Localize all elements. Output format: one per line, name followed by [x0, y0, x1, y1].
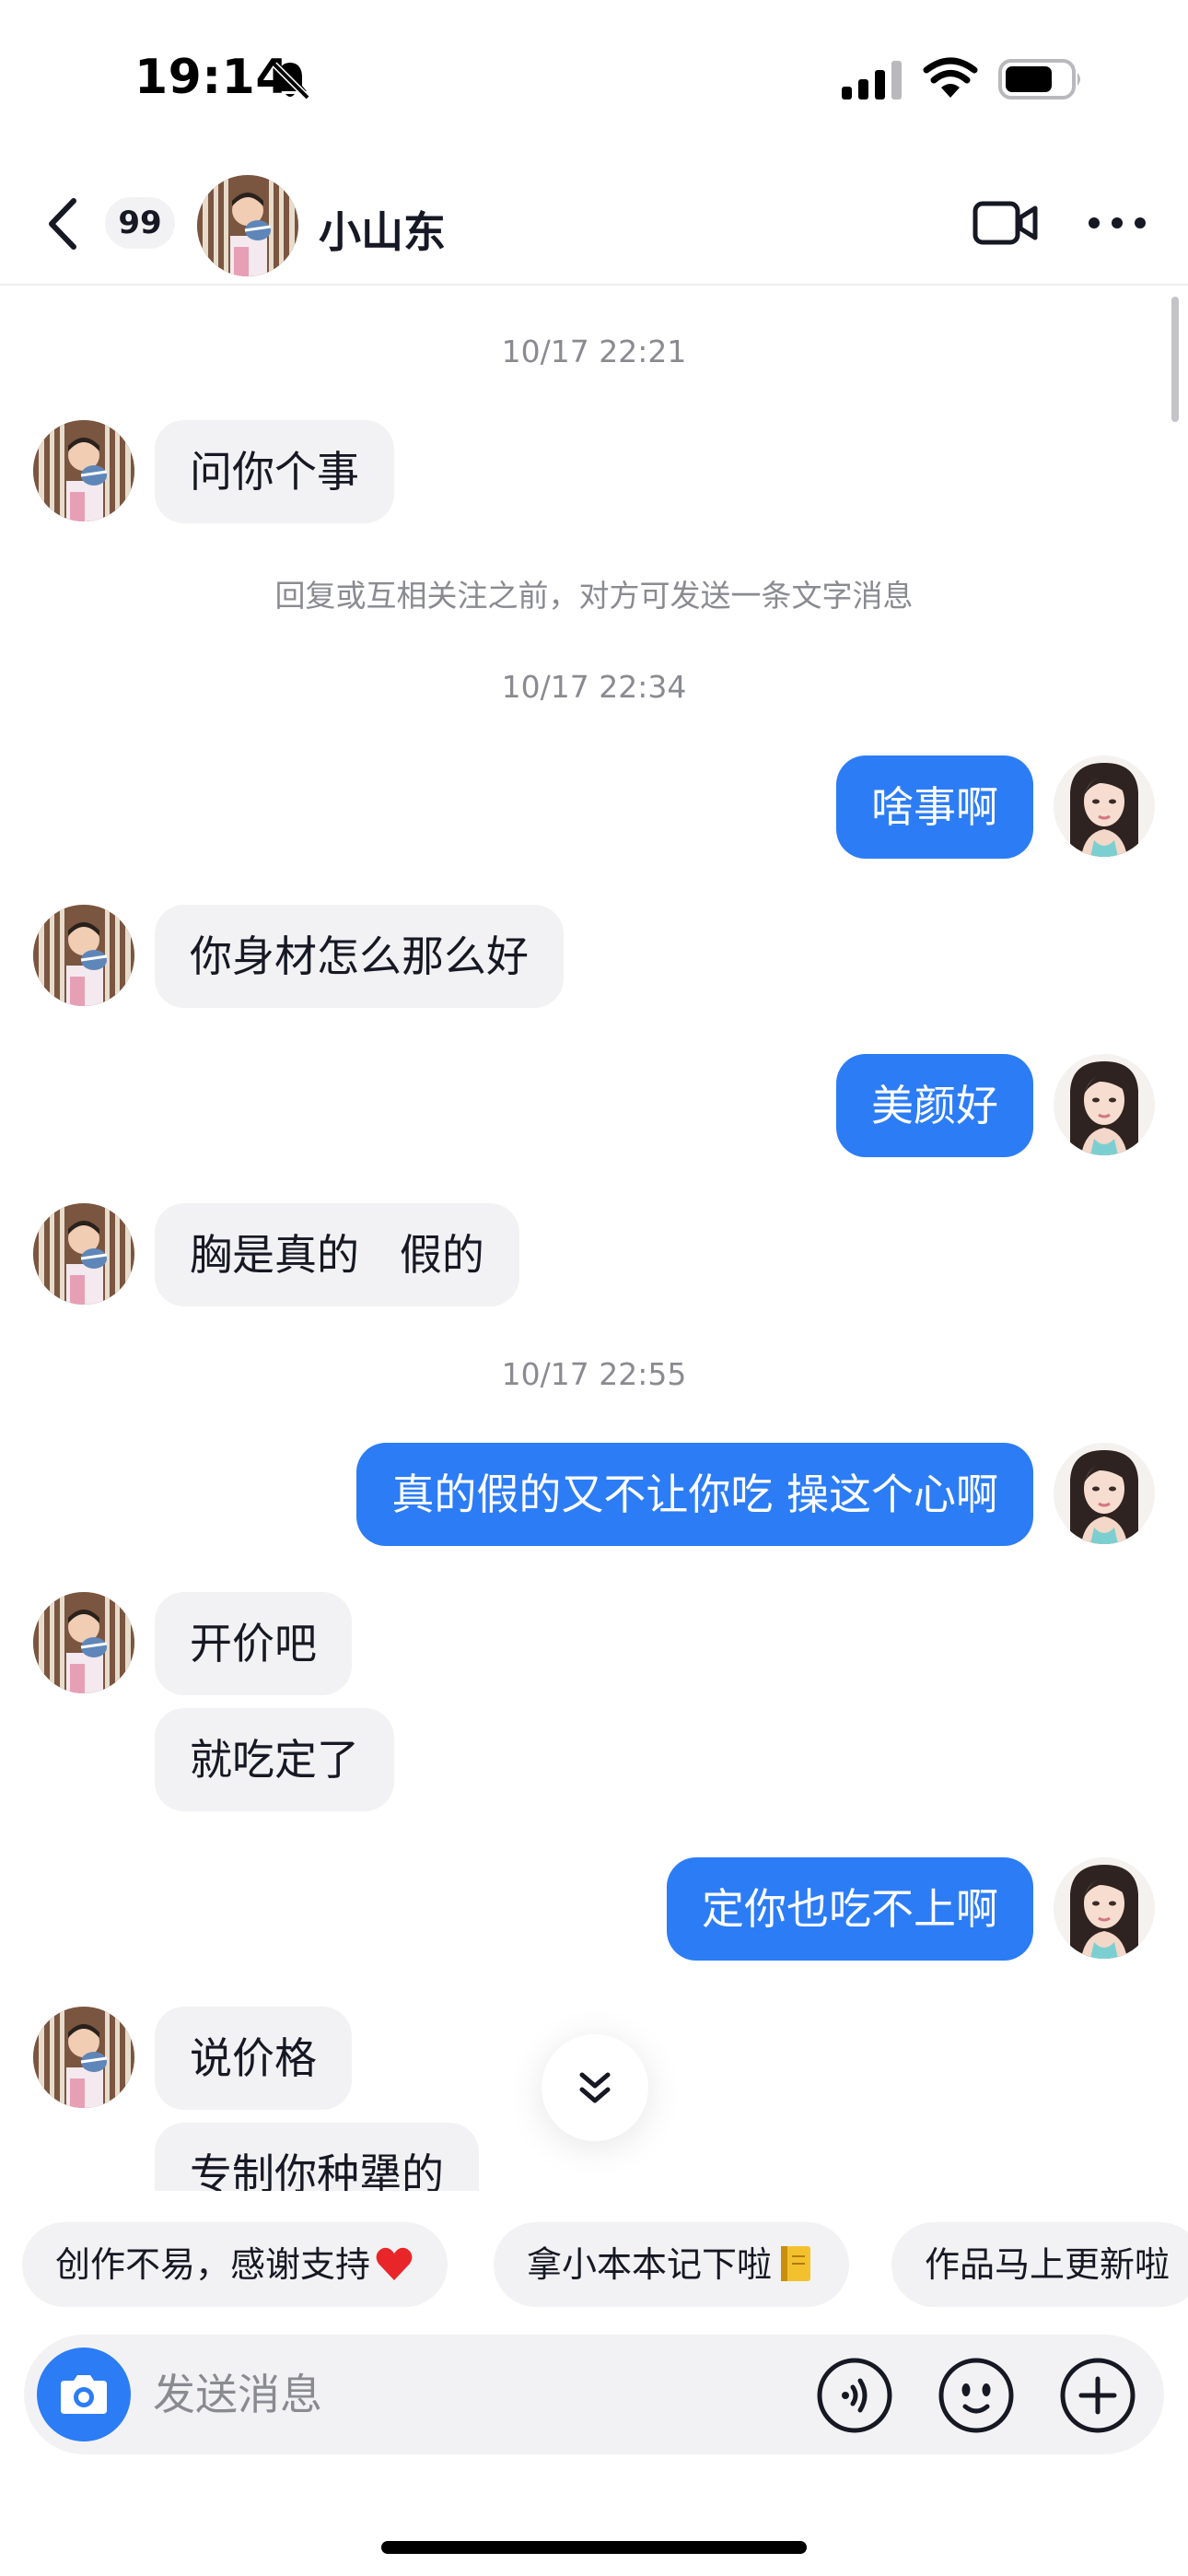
- contact-avatar[interactable]: [197, 175, 298, 276]
- back-chevron-icon[interactable]: [41, 195, 88, 252]
- status-time: 19:14: [134, 50, 290, 105]
- bell-slash-icon: [272, 62, 310, 100]
- contact-name[interactable]: 小山东: [319, 199, 446, 260]
- timestamp: 10/17 22:21: [501, 334, 687, 369]
- outgoing-message[interactable]: 定你也吃不上啊: [667, 1857, 1033, 1961]
- sender-avatar[interactable]: [33, 905, 134, 1006]
- quick-reply-chip[interactable]: 作品马上更新啦: [891, 2222, 1188, 2307]
- sender-avatar[interactable]: [33, 1203, 134, 1305]
- outgoing-message[interactable]: 啥事啊: [836, 755, 1033, 859]
- incoming-message[interactable]: 问你个事: [155, 420, 394, 523]
- status-bar: 19:14: [0, 0, 1188, 157]
- message-input[interactable]: [153, 2335, 798, 2454]
- incoming-message[interactable]: 胸是真的 假的: [155, 1203, 519, 1306]
- camera-icon: [61, 2375, 107, 2414]
- incoming-message[interactable]: 开价吧: [155, 1592, 352, 1695]
- quick-reply-label: 创作不易，感谢支持: [55, 2244, 371, 2285]
- own-avatar[interactable]: [1054, 1857, 1155, 1959]
- quick-reply-bar: 创作不易，感谢支持 拿小本本记下啦 作品马上更新啦: [0, 2222, 1188, 2307]
- home-indicator[interactable]: [381, 2541, 807, 2554]
- own-avatar[interactable]: [1054, 1054, 1155, 1155]
- incoming-message[interactable]: 你身材怎么那么好: [155, 905, 564, 1008]
- sender-avatar[interactable]: [33, 1592, 134, 1693]
- voice-icon[interactable]: [816, 2357, 893, 2434]
- sender-avatar[interactable]: [33, 2007, 134, 2108]
- wifi-icon: [923, 57, 978, 98]
- quick-reply-chip[interactable]: 拿小本本记下啦: [494, 2222, 850, 2307]
- battery-icon: [998, 59, 1080, 100]
- message-composer: [24, 2335, 1164, 2454]
- sender-avatar[interactable]: [33, 420, 134, 521]
- system-notice: 回复或互相关注之前，对方可发送一条文字消息: [274, 578, 914, 614]
- own-avatar[interactable]: [1054, 755, 1155, 857]
- timestamp: 10/17 22:55: [501, 1356, 687, 1392]
- outgoing-message[interactable]: 真的假的又不让你吃 操这个心啊: [356, 1443, 1033, 1546]
- camera-button[interactable]: [37, 2348, 131, 2441]
- message-list[interactable]: 10/17 22:21 问你个事 回复或互相关注之前，对方可发送一条文字消息 1…: [0, 287, 1188, 2191]
- own-avatar[interactable]: [1054, 1443, 1155, 1544]
- signal-icon: [842, 61, 902, 100]
- chat-screen: 19:14 99 小山东 10/17 22:21 问你个事 回复或互相关注之前，…: [0, 0, 1188, 2576]
- more-ellipsis-icon[interactable]: [1087, 212, 1147, 234]
- red-heart-icon: [376, 2247, 413, 2280]
- scroll-to-bottom-button[interactable]: [542, 2034, 648, 2141]
- unread-count-badge[interactable]: 99: [105, 197, 175, 249]
- video-camera-icon[interactable]: [973, 199, 1039, 247]
- notebook-icon: [781, 2246, 811, 2281]
- incoming-message[interactable]: 就吃定了: [155, 1708, 394, 1811]
- quick-reply-label: 作品马上更新啦: [925, 2244, 1171, 2285]
- quick-reply-chip[interactable]: 创作不易，感谢支持: [22, 2222, 448, 2307]
- incoming-message[interactable]: 专制你种犟的: [155, 2123, 479, 2191]
- outgoing-message[interactable]: 美颜好: [836, 1054, 1033, 1157]
- double-chevron-down-icon: [579, 2072, 611, 2103]
- timestamp: 10/17 22:34: [501, 669, 687, 705]
- chat-header: 99 小山东: [0, 166, 1188, 286]
- incoming-message[interactable]: 说价格: [155, 2007, 352, 2110]
- quick-reply-label: 拿小本本记下啦: [527, 2244, 773, 2285]
- smiley-face-icon[interactable]: [938, 2357, 1015, 2434]
- plus-circle-icon[interactable]: [1059, 2357, 1136, 2434]
